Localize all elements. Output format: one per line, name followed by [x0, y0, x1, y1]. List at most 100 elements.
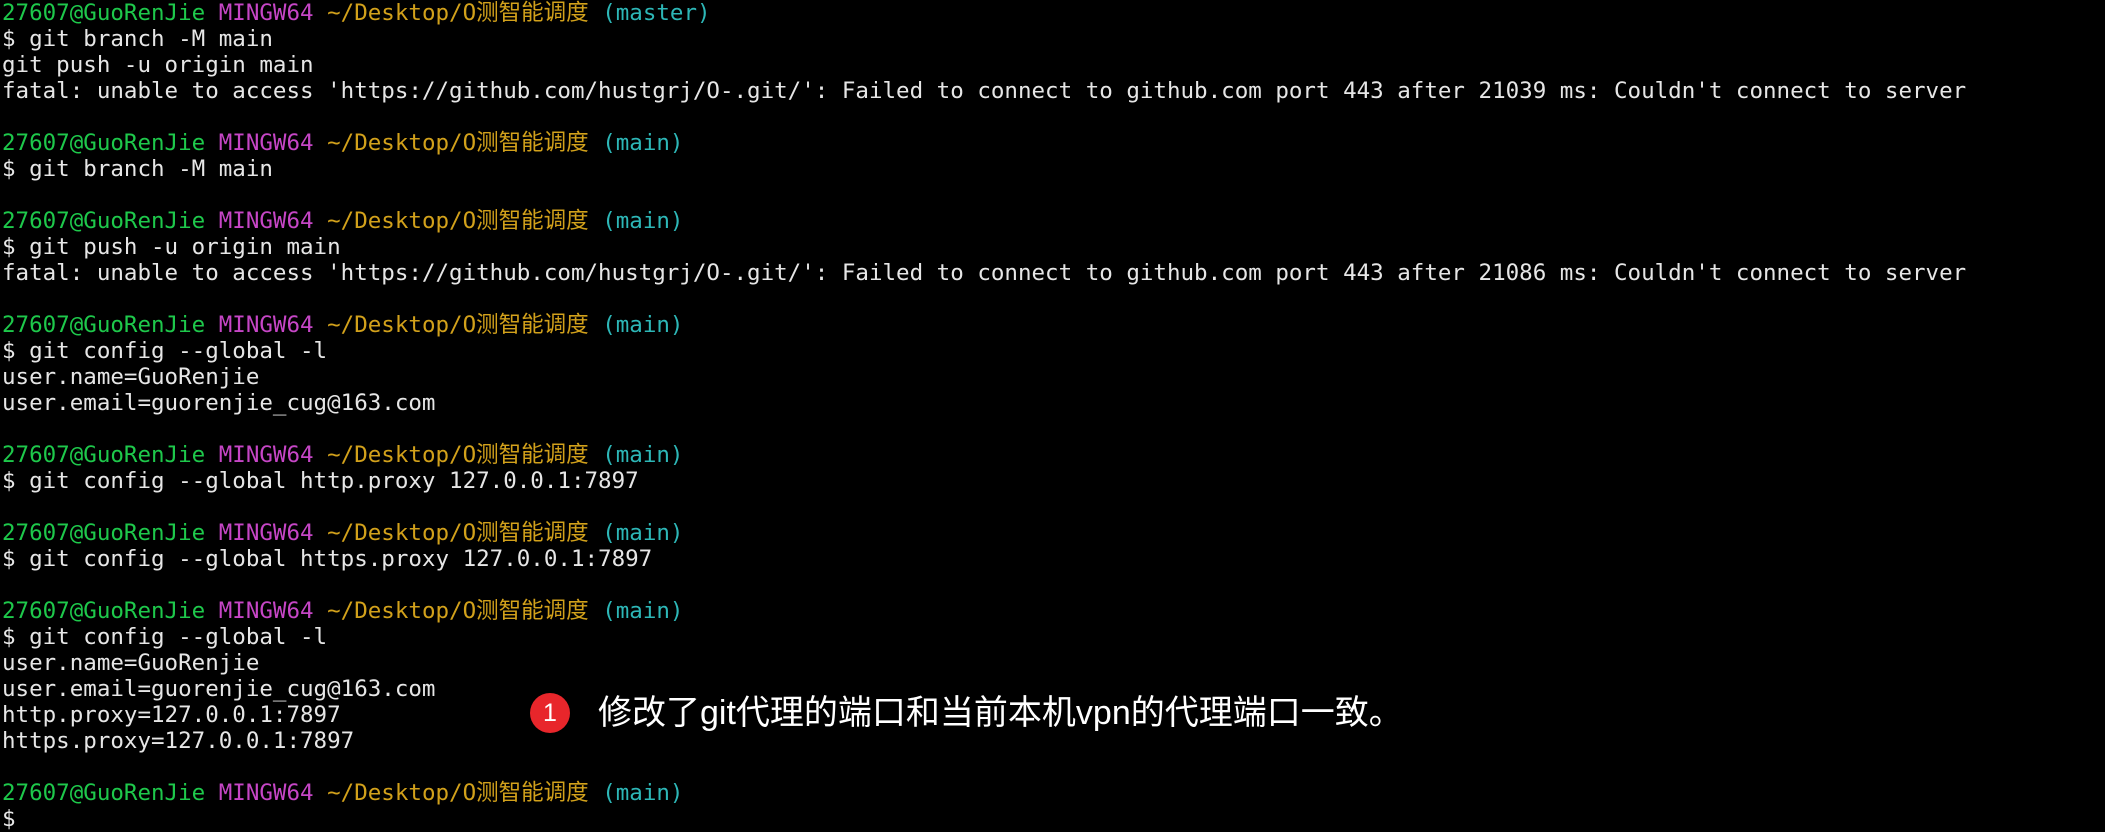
- prompt-user-host: 27607@GuoRenJie: [2, 780, 206, 806]
- terminal-text: $: [2, 806, 16, 832]
- terminal-line: $ git push -u origin main: [2, 234, 2102, 260]
- terminal-line: $ git branch -M main: [2, 26, 2102, 52]
- terminal-text: fatal: unable to access 'https://github.…: [2, 260, 1967, 286]
- terminal-line: $ git branch -M main: [2, 156, 2102, 182]
- prompt-user-host: 27607@GuoRenJie: [2, 312, 206, 338]
- prompt-user-host: 27607@GuoRenJie: [2, 442, 206, 468]
- terminal-line: 27607@GuoRenJie MINGW64 ~/Desktop/O测智能调度…: [2, 520, 2102, 546]
- terminal-text: $ git config --global -l: [2, 624, 328, 650]
- prompt-user-host: 27607@GuoRenJie: [2, 130, 206, 156]
- prompt-environment: MINGW64: [218, 208, 314, 234]
- terminal-line: 27607@GuoRenJie MINGW64 ~/Desktop/O测智能调度…: [2, 598, 2102, 624]
- terminal-text: user.email=guorenjie_cug@163.com: [2, 676, 436, 702]
- terminal-text: https.proxy=127.0.0.1:7897: [2, 728, 355, 754]
- terminal-line: $ git config --global -l: [2, 338, 2102, 364]
- terminal-line: 27607@GuoRenJie MINGW64 ~/Desktop/O测智能调度…: [2, 0, 2102, 26]
- terminal-line: 27607@GuoRenJie MINGW64 ~/Desktop/O测智能调度…: [2, 442, 2102, 468]
- step-number-badge: 1: [530, 693, 570, 733]
- prompt-branch: (main): [602, 520, 684, 546]
- terminal-line: 27607@GuoRenJie MINGW64 ~/Desktop/O测智能调度…: [2, 312, 2102, 338]
- terminal-text: $ git config --global -l: [2, 338, 328, 364]
- annotation-callout: 1 修改了git代理的端口和当前本机vpn的代理端口一致。: [530, 693, 1403, 733]
- prompt-branch: (main): [602, 312, 684, 338]
- prompt-branch: (main): [602, 208, 684, 234]
- terminal-line: 27607@GuoRenJie MINGW64 ~/Desktop/O测智能调度…: [2, 780, 2102, 806]
- prompt-branch: (main): [602, 130, 684, 156]
- prompt-environment: MINGW64: [218, 520, 314, 546]
- prompt-user-host: 27607@GuoRenJie: [2, 0, 206, 26]
- terminal-line: $ git config --global -l: [2, 624, 2102, 650]
- terminal-text: $ git branch -M main: [2, 156, 273, 182]
- prompt-user-host: 27607@GuoRenJie: [2, 598, 206, 624]
- terminal-line: $ git config --global http.proxy 127.0.0…: [2, 468, 2102, 494]
- prompt-path: ~/Desktop/O测智能调度: [327, 130, 589, 156]
- terminal-line: git push -u origin main: [2, 52, 2102, 78]
- prompt-environment: MINGW64: [218, 0, 314, 26]
- terminal-line: $ git config --global https.proxy 127.0.…: [2, 546, 2102, 572]
- prompt-environment: MINGW64: [218, 312, 314, 338]
- terminal-text: user.name=GuoRenjie: [2, 364, 260, 390]
- terminal-text: $ git push -u origin main: [2, 234, 341, 260]
- terminal-text: $ git config --global http.proxy 127.0.0…: [2, 468, 639, 494]
- prompt-path: ~/Desktop/O测智能调度: [327, 598, 589, 624]
- terminal-text: fatal: unable to access 'https://github.…: [2, 78, 1967, 104]
- prompt-path: ~/Desktop/O测智能调度: [327, 312, 589, 338]
- prompt-branch: (master): [602, 0, 711, 26]
- prompt-path: ~/Desktop/O测智能调度: [327, 208, 589, 234]
- terminal-line: user.name=GuoRenjie: [2, 650, 2102, 676]
- prompt-path: ~/Desktop/O测智能调度: [327, 442, 589, 468]
- terminal-text: $ git branch -M main: [2, 26, 273, 52]
- terminal-line: $: [2, 806, 2102, 832]
- prompt-environment: MINGW64: [218, 130, 314, 156]
- prompt-path: ~/Desktop/O测智能调度: [327, 0, 589, 26]
- terminal-text: user.name=GuoRenjie: [2, 650, 260, 676]
- prompt-user-host: 27607@GuoRenJie: [2, 208, 206, 234]
- prompt-environment: MINGW64: [218, 598, 314, 624]
- terminal-window: { "terminal": { "lines": [ [{"t":"27607@…: [0, 0, 2105, 832]
- terminal-line: fatal: unable to access 'https://github.…: [2, 78, 2102, 104]
- prompt-environment: MINGW64: [218, 780, 314, 806]
- terminal-line: user.email=guorenjie_cug@163.com: [2, 390, 2102, 416]
- terminal-text: user.email=guorenjie_cug@163.com: [2, 390, 436, 416]
- terminal-line: user.name=GuoRenjie: [2, 364, 2102, 390]
- prompt-branch: (main): [602, 442, 684, 468]
- prompt-branch: (main): [602, 598, 684, 624]
- terminal-line: 27607@GuoRenJie MINGW64 ~/Desktop/O测智能调度…: [2, 130, 2102, 156]
- terminal-line: fatal: unable to access 'https://github.…: [2, 260, 2102, 286]
- prompt-branch: (main): [602, 780, 684, 806]
- prompt-environment: MINGW64: [218, 442, 314, 468]
- prompt-user-host: 27607@GuoRenJie: [2, 520, 206, 546]
- terminal-line: 27607@GuoRenJie MINGW64 ~/Desktop/O测智能调度…: [2, 208, 2102, 234]
- terminal-text: git push -u origin main: [2, 52, 314, 78]
- terminal-text: $ git config --global https.proxy 127.0.…: [2, 546, 653, 572]
- annotation-text: 修改了git代理的端口和当前本机vpn的代理端口一致。: [598, 694, 1403, 732]
